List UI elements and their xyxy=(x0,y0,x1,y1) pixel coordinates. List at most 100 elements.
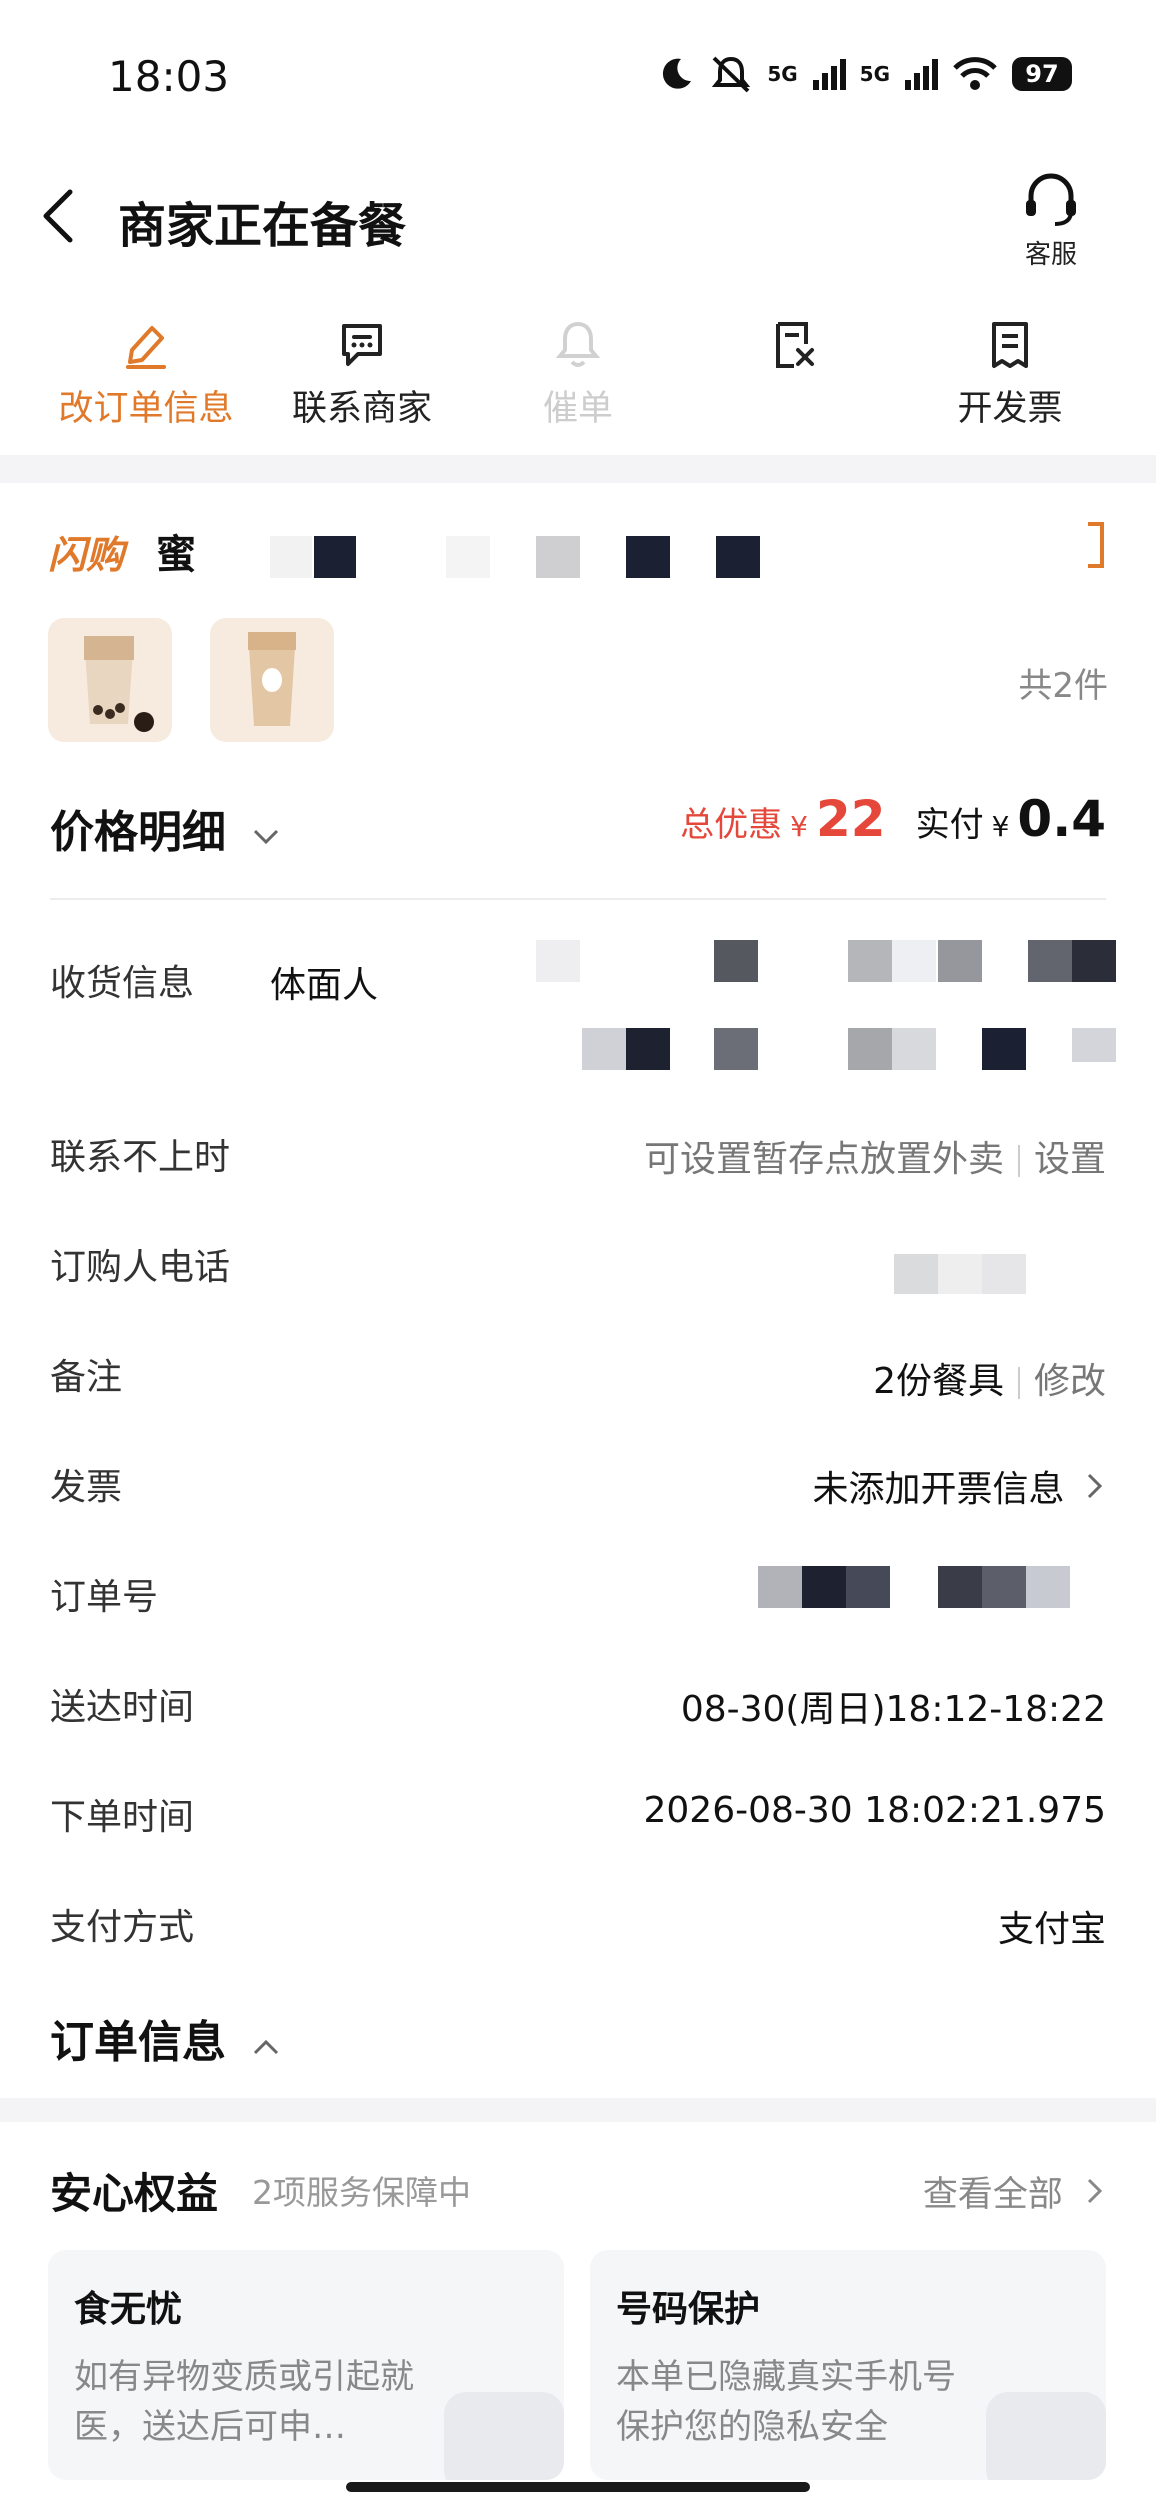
note-value: 2份餐具 xyxy=(873,1361,1004,1402)
headset-icon xyxy=(1026,173,1076,226)
shield-check-icon xyxy=(444,2392,564,2480)
redacted-block xyxy=(536,536,580,578)
order-time-value: 2026-08-30 18:02:21.975 xyxy=(643,1790,1107,1831)
redacted-block xyxy=(846,1566,890,1608)
customer-service-button[interactable]: 客服 xyxy=(1006,170,1096,271)
net-label-2: 5G xyxy=(859,62,890,86)
redacted-block xyxy=(1072,940,1116,982)
redacted-block xyxy=(894,1254,938,1294)
shop-tag: 闪购 xyxy=(48,533,125,577)
tab-label: 联系商家 xyxy=(291,389,432,429)
unreachable-action[interactable]: 设置 xyxy=(1034,1139,1106,1180)
card-description: 本单已隐藏真实手机号保护您的隐私安全 xyxy=(616,2357,956,2447)
note-row[interactable]: 2份餐具 修改 xyxy=(873,1352,1106,1404)
delivery-time-label: 送达时间 xyxy=(50,1687,195,1728)
redacted-block xyxy=(716,536,760,578)
invoice-icon xyxy=(992,322,1028,368)
chevron-left-icon xyxy=(43,189,73,243)
guarantee-card-food[interactable]: 食无忧 如有异物变质或引起就医，送达后可申… xyxy=(48,2250,564,2480)
order-info-title: 订单信息 xyxy=(50,2017,226,2068)
status-time: 18:03 xyxy=(108,52,230,101)
invoice-label: 发票 xyxy=(50,1467,123,1508)
receiver-label: 收货信息 xyxy=(50,963,195,1004)
price-detail-title: 价格明细 xyxy=(50,807,226,858)
note-label: 备注 xyxy=(50,1357,123,1398)
tab-urge-order[interactable]: 催单 xyxy=(478,320,678,431)
net-label-1: 5G xyxy=(767,62,798,86)
unreachable-value: 可设置暂存点放置外卖 xyxy=(643,1139,1004,1180)
redacted-block xyxy=(938,1566,982,1608)
chevron-right-icon xyxy=(1087,2178,1103,2204)
redacted-block xyxy=(892,940,936,982)
product-thumbnail[interactable] xyxy=(48,618,172,742)
card-title: 号码保护 xyxy=(616,2289,761,2330)
chevron-down-icon xyxy=(254,829,279,845)
discount-value: 22 xyxy=(816,790,886,848)
redacted-block xyxy=(1026,1566,1070,1608)
product-thumbnail[interactable] xyxy=(210,618,334,742)
redacted-block xyxy=(1072,1028,1116,1062)
card-title: 食无忧 xyxy=(74,2289,183,2330)
redacted-block xyxy=(892,1028,936,1070)
delivery-time-value: 08-30(周日)18:12-18:22 xyxy=(680,1689,1106,1730)
redacted-block xyxy=(982,1566,1026,1608)
divider xyxy=(50,898,1106,900)
price-detail-toggle[interactable]: 价格明细 xyxy=(50,796,281,860)
cancel-order-icon xyxy=(776,322,814,368)
shop-arrow-icon[interactable] xyxy=(1086,522,1106,568)
view-all-button[interactable]: 查看全部 xyxy=(923,2166,1106,2217)
chevron-up-icon xyxy=(254,2039,279,2055)
phone-label: 订购人电话 xyxy=(50,1247,231,1288)
tab-invoice[interactable]: 开发票 xyxy=(910,320,1110,431)
signal-icon xyxy=(905,59,938,90)
back-button[interactable] xyxy=(38,186,88,250)
page-title: 商家正在备餐 xyxy=(118,198,407,254)
redacted-block xyxy=(626,1028,670,1070)
tab-label: 开发票 xyxy=(957,389,1063,429)
redacted-block xyxy=(714,940,758,982)
unreachable-row[interactable]: 可设置暂存点放置外卖 设置 xyxy=(644,1130,1106,1182)
note-edit-button[interactable]: 修改 xyxy=(1034,1361,1106,1402)
redacted-block xyxy=(982,1028,1026,1070)
order-info-toggle[interactable]: 订单信息 xyxy=(50,2006,281,2070)
redacted-block xyxy=(1028,940,1072,982)
redacted-block xyxy=(848,940,892,982)
redacted-block xyxy=(938,1254,982,1294)
tab-label: 改订单信息 xyxy=(58,389,234,429)
guarantee-subtitle: 2项服务保障中 xyxy=(252,2173,471,2212)
battery-indicator: 97 xyxy=(1012,57,1072,91)
tab-edit-order[interactable]: 改订单信息 xyxy=(46,320,246,431)
signal-icon xyxy=(812,59,846,90)
redacted-block xyxy=(536,940,580,982)
guarantee-card-number[interactable]: 号码保护 本单已隐藏真实手机号保护您的隐私安全 xyxy=(590,2250,1106,2480)
redacted-block xyxy=(802,1566,846,1608)
redacted-block xyxy=(446,536,490,578)
redacted-block xyxy=(582,1028,626,1070)
divider xyxy=(1017,1367,1020,1399)
section-divider xyxy=(0,455,1156,483)
payment-label: 支付方式 xyxy=(50,1907,195,1948)
redacted-block xyxy=(314,536,356,578)
paid-currency: ¥ xyxy=(991,810,1010,843)
invoice-row[interactable]: 未添加开票信息 xyxy=(813,1460,1106,1512)
redacted-block xyxy=(938,940,982,982)
section-divider xyxy=(0,2098,1156,2122)
redacted-block xyxy=(714,1028,758,1070)
redacted-block xyxy=(982,1254,1026,1294)
bell-muted-icon xyxy=(712,56,751,93)
status-icons: 5G 5G 97 xyxy=(657,54,1072,94)
payment-value: 支付宝 xyxy=(997,1909,1106,1950)
tab-label: 催单 xyxy=(542,389,613,429)
tab-contact-merchant[interactable]: 联系商家 xyxy=(262,320,462,431)
customer-service-label: 客服 xyxy=(1024,240,1077,270)
home-indicator[interactable] xyxy=(346,2482,810,2492)
tab-cancel-order[interactable] xyxy=(694,320,894,380)
shop-name[interactable]: 蜜 xyxy=(156,522,196,580)
paid-value: 0.4 xyxy=(1017,790,1106,848)
redacted-block xyxy=(270,536,312,578)
redacted-block xyxy=(758,1566,802,1608)
milk-tea-image xyxy=(84,636,154,732)
message-icon xyxy=(342,324,382,366)
price-summary: 总优惠 ¥ 22 实付 ¥ 0.4 xyxy=(680,790,1106,848)
paid-label: 实付 xyxy=(915,805,984,845)
